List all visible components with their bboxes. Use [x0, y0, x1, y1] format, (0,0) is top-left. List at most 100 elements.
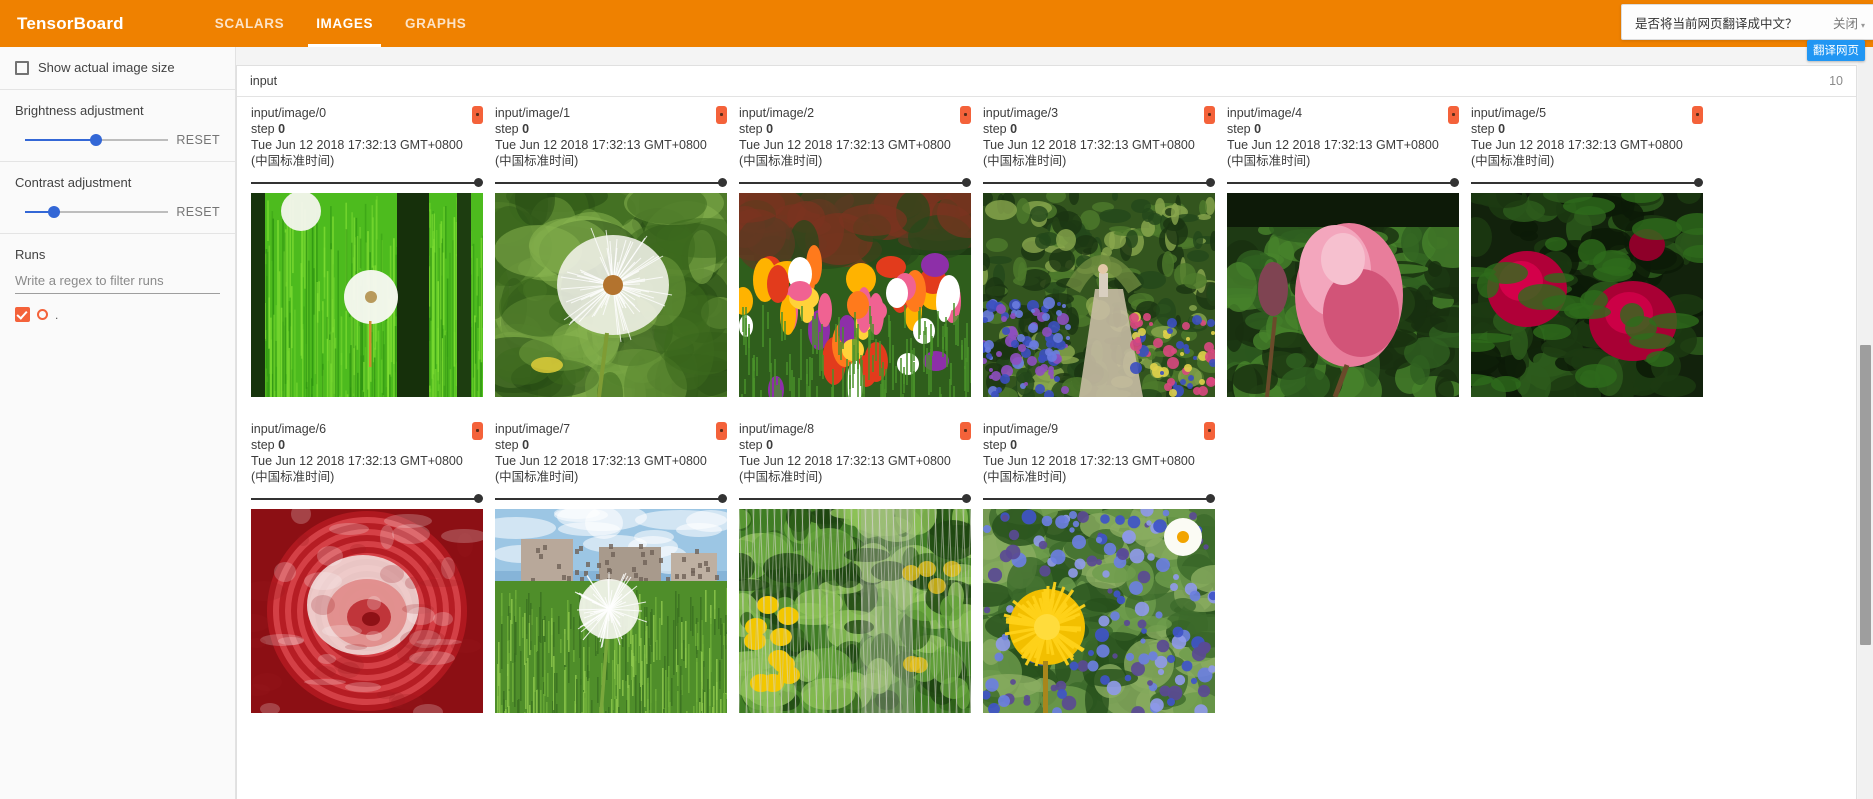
image-card-header: input/image/0 step 0 Tue Jun 12 2018 17:32…: [251, 105, 483, 169]
page-scrollbar-thumb[interactable]: [1860, 345, 1871, 645]
image-card-header: input/image/6 step 0 Tue Jun 12 2018 17:32…: [251, 421, 483, 485]
image-card: input/image/6 step 0 Tue Jun 12 2018 17:32…: [236, 421, 489, 720]
image-step-slider[interactable]: [983, 492, 1215, 505]
run-color-tag-icon[interactable]: [472, 106, 483, 124]
image-step-slider-track: [739, 182, 965, 184]
run-color-tag-icon[interactable]: [1204, 422, 1215, 440]
image-card-timestamp: Tue Jun 12 2018 17:32:13 GMT+0800 (中国标准时…: [1227, 138, 1439, 168]
translate-close-button[interactable]: 关闭 ▾: [1833, 13, 1865, 32]
image-step-slider[interactable]: [739, 492, 971, 505]
image-card-meta: input/image/0 step 0 Tue Jun 12 2018 17:32…: [251, 105, 472, 169]
step-value: 0: [1010, 122, 1018, 136]
step-value: 0: [278, 438, 286, 452]
contrast-slider-row: RESET: [15, 205, 220, 219]
image-thumbnail[interactable]: [719, 490, 992, 724]
contrast-section: Contrast adjustment RESET: [0, 162, 235, 234]
run-color-tag-icon[interactable]: [1692, 106, 1703, 124]
tab-images[interactable]: IMAGES: [300, 0, 389, 47]
run-color-tag-icon[interactable]: [1448, 106, 1459, 124]
run-color-tag-icon[interactable]: [716, 106, 727, 124]
image-card-timestamp: Tue Jun 12 2018 17:32:13 GMT+0800 (中国标准时…: [739, 454, 951, 484]
tab-graphs[interactable]: GRAPHS: [389, 0, 482, 47]
translate-page-tooltip[interactable]: 翻译网页: [1807, 40, 1865, 61]
category-name: input: [250, 74, 278, 88]
run-list-item[interactable]: .: [15, 307, 220, 322]
run-color-tag-icon[interactable]: [1204, 106, 1215, 124]
image-card: input/image/7 step 0 Tue Jun 12 2018 17:32…: [476, 421, 736, 772]
step-label: step: [983, 122, 1007, 136]
image-step-slider-track: [983, 182, 1209, 184]
image-step-slider-track: [1227, 182, 1453, 184]
run-checkbox-checked-icon[interactable]: [15, 307, 30, 322]
step-value: 0: [766, 122, 774, 136]
image-step-slider-knob[interactable]: [1694, 178, 1703, 187]
image-step-slider-knob[interactable]: [1450, 178, 1459, 187]
image-thumbnail[interactable]: [960, 492, 1243, 726]
image-card: input/image/0 step 0 Tue Jun 12 2018 17:32…: [245, 105, 489, 615]
image-card-step: step 0: [495, 437, 716, 453]
image-step-slider-knob[interactable]: [1206, 178, 1215, 187]
image-grid: input/image/0 step 0 Tue Jun 12 2018 17:32…: [236, 97, 1856, 772]
image-thumbnail[interactable]: [1208, 193, 1486, 415]
run-color-tag-icon[interactable]: [716, 422, 727, 440]
image-step-slider-knob[interactable]: [474, 494, 483, 503]
image-card-step: step 0: [983, 437, 1204, 453]
step-label: step: [251, 438, 275, 452]
image-card: input/image/5 step 0 Tue Jun 12 2018 17:32…: [1451, 105, 1727, 416]
contrast-slider-knob[interactable]: [47, 206, 60, 218]
image-thumbnail[interactable]: [1451, 179, 1727, 416]
tab-scalars[interactable]: SCALARS: [199, 0, 300, 47]
image-card: input/image/8 step 0 Tue Jun 12 2018 17:32…: [719, 421, 992, 724]
image-thumbnail[interactable]: [251, 191, 485, 615]
step-label: step: [251, 122, 275, 136]
image-step-slider[interactable]: [251, 176, 483, 189]
image-step-slider[interactable]: [1471, 176, 1703, 189]
translate-close-label: 关闭: [1832, 16, 1858, 31]
image-step-slider-track: [495, 498, 721, 500]
run-color-tag-icon[interactable]: [960, 106, 971, 124]
image-step-slider-knob[interactable]: [718, 178, 727, 187]
brightness-slider[interactable]: [25, 133, 168, 147]
left-sidebar: Show actual image size Brightness adjust…: [0, 47, 236, 799]
image-step-slider[interactable]: [495, 176, 727, 189]
run-color-tag-icon[interactable]: [472, 422, 483, 440]
image-step-slider-knob[interactable]: [1206, 494, 1215, 503]
image-card-title: input/image/6: [251, 422, 327, 436]
image-step-slider-track: [495, 182, 721, 184]
image-card-meta: input/image/1 step 0 Tue Jun 12 2018 17:32…: [495, 105, 716, 169]
image-step-slider-knob[interactable]: [962, 178, 971, 187]
runs-filter-input[interactable]: [15, 271, 220, 294]
run-color-tag-icon[interactable]: [960, 422, 971, 440]
image-thumbnail[interactable]: [973, 187, 1227, 410]
show-actual-size-row[interactable]: Show actual image size: [15, 60, 220, 75]
image-card-header: input/image/4 step 0 Tue Jun 12 2018 17:32…: [1227, 105, 1459, 169]
image-card-timestamp: Tue Jun 12 2018 17:32:13 GMT+0800 (中国标准时…: [983, 454, 1195, 484]
image-step-slider[interactable]: [739, 176, 971, 189]
contrast-slider[interactable]: [25, 205, 168, 219]
image-step-slider[interactable]: [1227, 176, 1459, 189]
chevron-down-icon[interactable]: ▾: [1861, 21, 1865, 30]
image-thumbnail[interactable]: [236, 504, 487, 720]
image-step-slider-knob[interactable]: [962, 494, 971, 503]
image-card-meta: input/image/2 step 0 Tue Jun 12 2018 17:32…: [739, 105, 960, 169]
image-thumbnail[interactable]: [476, 503, 736, 772]
image-step-slider[interactable]: [495, 492, 727, 505]
category-header[interactable]: input 10: [237, 66, 1856, 97]
image-card: input/image/3 step 0 Tue Jun 12 2018 17:32…: [973, 105, 1227, 410]
show-actual-size-checkbox[interactable]: [15, 60, 29, 75]
brightness-slider-knob[interactable]: [90, 134, 103, 146]
image-step-slider[interactable]: [251, 492, 483, 505]
step-label: step: [1471, 122, 1495, 136]
image-step-slider-knob[interactable]: [474, 178, 483, 187]
image-card-header: input/image/5 step 0 Tue Jun 12 2018 17:32…: [1471, 105, 1703, 169]
image-thumbnail[interactable]: [703, 167, 999, 445]
contrast-reset-button[interactable]: RESET: [176, 205, 220, 219]
image-step-slider-knob[interactable]: [718, 494, 727, 503]
runs-section: Runs .: [0, 234, 235, 336]
image-card-meta: input/image/6 step 0 Tue Jun 12 2018 17:32…: [251, 421, 472, 485]
brightness-reset-button[interactable]: RESET: [176, 133, 220, 147]
page-scrollbar[interactable]: [1858, 47, 1873, 799]
image-thumbnail[interactable]: [456, 162, 770, 431]
image-step-slider[interactable]: [983, 176, 1215, 189]
step-label: step: [495, 438, 519, 452]
